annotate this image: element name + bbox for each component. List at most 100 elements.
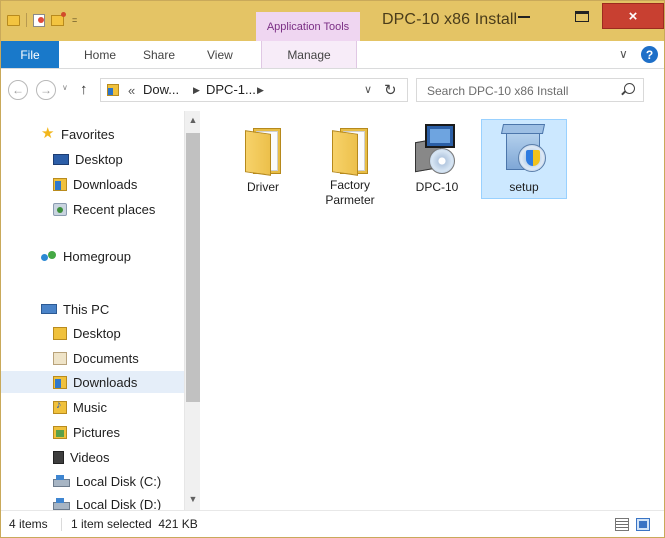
search-input[interactable] [427, 82, 607, 99]
folder-icon[interactable] [7, 14, 20, 26]
address-overflow-chevron[interactable]: « [128, 83, 135, 98]
search-icon[interactable] [624, 83, 635, 94]
file-item-dpc10[interactable]: DPC-10 [394, 119, 480, 209]
favorites-star-icon: ★ [41, 125, 55, 142]
new-folder-icon[interactable] [51, 11, 66, 26]
nav-item-label: Music [73, 399, 107, 415]
toolbar-divider [26, 13, 27, 27]
nav-item-videos[interactable]: Videos [53, 446, 110, 468]
breadcrumb-separator-icon[interactable]: ▶ [257, 85, 264, 96]
downloads-folder-icon [107, 84, 119, 96]
tab-file[interactable]: File [1, 41, 59, 68]
nav-item-label: Downloads [73, 176, 138, 192]
file-item-driver[interactable]: Driver [220, 119, 306, 209]
close-button[interactable]: × [602, 3, 664, 29]
file-label: Driver [247, 180, 279, 194]
desktop-icon [53, 153, 69, 165]
nav-item-label: Local Disk (D:) [76, 496, 162, 511]
back-button[interactable]: ← [8, 80, 28, 100]
recent-places-icon [53, 202, 67, 216]
nav-pane-scrollbar[interactable]: ▲ ▼ [184, 111, 200, 510]
customize-toolbar-dropdown[interactable]: = [72, 15, 77, 25]
installer-exe-icon [409, 122, 465, 178]
nav-item-label: Pictures [73, 424, 120, 440]
nav-item-pc-downloads[interactable]: Downloads [1, 371, 184, 393]
minimize-button[interactable] [509, 1, 539, 31]
breadcrumb-dpc10[interactable]: DPC-1... [206, 82, 256, 97]
ribbon-tab-bar: File Home Share View Manage ∨ ? [1, 41, 664, 69]
file-item-setup[interactable]: setup [481, 119, 567, 199]
nav-item-music[interactable]: Music [53, 396, 107, 418]
nav-item-recent-places[interactable]: Recent places [53, 198, 155, 220]
status-bar: 4 items 1 item selected 421 KB [1, 510, 664, 537]
nav-item-documents[interactable]: Documents [53, 347, 139, 369]
nav-item-label: This PC [63, 301, 110, 317]
documents-folder-icon [53, 351, 67, 365]
address-row: ← → ∨ ↑ « Dow... ▶ DPC-1... ▶ ∨ ↻ [1, 69, 664, 111]
file-label-line2: Parmeter [325, 193, 375, 207]
tab-view[interactable]: View [207, 41, 233, 68]
file-label: setup [509, 180, 539, 194]
tab-manage[interactable]: Manage [261, 41, 357, 68]
details-view-icon[interactable] [615, 518, 629, 531]
file-list-pane: Driver Factory Parmeter DPC-10 setup [200, 111, 664, 510]
nav-item-pc-desktop[interactable]: Desktop [53, 322, 121, 344]
this-pc-icon [41, 304, 57, 314]
music-folder-icon [53, 399, 67, 414]
nav-item-label: Desktop [73, 325, 121, 341]
folder-icon [235, 122, 291, 178]
maximize-icon [575, 10, 589, 22]
breadcrumb-separator-icon[interactable]: ▶ [193, 85, 200, 96]
nav-item-local-disk-d[interactable]: Local Disk (D:) [53, 493, 161, 510]
homegroup-icon [41, 250, 57, 263]
quick-access-toolbar: = [7, 11, 77, 29]
nav-item-label: Desktop [75, 151, 123, 167]
nav-item-label: Documents [73, 350, 139, 366]
videos-folder-icon [53, 450, 64, 464]
nav-item-this-pc[interactable]: This PC [41, 298, 109, 320]
status-selection-info: 1 item selected 421 KB [71, 517, 198, 531]
recent-locations-dropdown[interactable]: ∨ [62, 83, 68, 92]
file-item-factory-parmeter[interactable]: Factory Parmeter [307, 119, 393, 209]
nav-item-homegroup[interactable]: Homegroup [41, 245, 131, 267]
explorer-window: = Application Tools DPC-10 x86 Install ×… [0, 0, 665, 538]
address-bar[interactable]: « Dow... ▶ DPC-1... ▶ ∨ ↻ [100, 78, 408, 102]
maximize-button[interactable] [568, 1, 596, 31]
nav-item-downloads[interactable]: Downloads [53, 173, 137, 195]
navigation-pane: ★ Favorites Desktop Downloads Recent pla… [1, 111, 200, 510]
address-history-dropdown[interactable]: ∨ [364, 83, 372, 96]
up-button[interactable]: ↑ [80, 81, 88, 98]
local-disk-icon [53, 475, 70, 487]
downloads-folder-icon [53, 177, 67, 191]
nav-item-label: Videos [70, 449, 110, 465]
file-label: Factory [329, 178, 370, 192]
status-divider [61, 518, 62, 531]
tab-share[interactable]: Share [143, 41, 175, 68]
scroll-up-arrow-icon[interactable]: ▲ [185, 113, 200, 127]
scrollbar-thumb[interactable] [186, 133, 200, 402]
help-icon[interactable]: ? [641, 46, 658, 63]
properties-icon[interactable] [33, 13, 45, 27]
search-box[interactable] [416, 78, 644, 102]
scroll-down-arrow-icon[interactable]: ▼ [185, 492, 200, 506]
breadcrumb-downloads[interactable]: Dow... [143, 82, 179, 97]
file-label: DPC-10 [415, 180, 459, 194]
nav-item-label: Homegroup [63, 248, 131, 264]
nav-item-favorites[interactable]: ★ Favorites [41, 123, 114, 145]
status-item-count: 4 items [9, 517, 48, 531]
nav-item-pictures[interactable]: Pictures [53, 421, 120, 443]
expand-ribbon-chevron-icon[interactable]: ∨ [619, 47, 628, 61]
setup-installer-icon [496, 122, 552, 178]
refresh-icon[interactable]: ↻ [384, 81, 397, 99]
large-icons-view-icon[interactable] [636, 518, 650, 531]
window-title: DPC-10 x86 Install [382, 11, 518, 28]
nav-item-desktop[interactable]: Desktop [53, 148, 123, 170]
application-tools-context-tab: Application Tools [256, 12, 360, 41]
nav-item-local-disk-c[interactable]: Local Disk (C:) [53, 470, 161, 492]
tab-home[interactable]: Home [84, 41, 116, 68]
title-bar: = Application Tools DPC-10 x86 Install × [1, 1, 664, 41]
nav-item-label: Recent places [73, 201, 156, 217]
nav-item-label: Local Disk (C:) [76, 473, 162, 489]
folder-icon [322, 122, 378, 176]
forward-button[interactable]: → [36, 80, 56, 100]
